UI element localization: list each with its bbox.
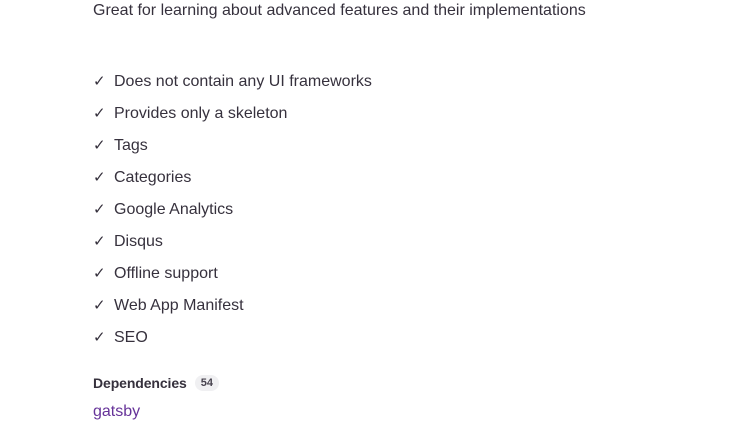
feature-item: ✓ Disqus [93, 231, 372, 263]
feature-label: Provides only a skeleton [114, 105, 288, 122]
feature-label: SEO [114, 329, 148, 346]
feature-item: ✓ Offline support [93, 263, 372, 295]
dependencies-header: Dependencies 54 [93, 373, 219, 393]
checkmark-icon: ✓ [93, 137, 106, 154]
starter-description: Great for learning about advanced featur… [93, 2, 586, 19]
feature-item: ✓ Provides only a skeleton [93, 103, 372, 135]
checkmark-icon: ✓ [93, 105, 106, 122]
feature-label: Tags [114, 137, 148, 154]
checkmark-icon: ✓ [93, 73, 106, 90]
checkmark-icon: ✓ [93, 329, 106, 346]
feature-item: ✓ Categories [93, 167, 372, 199]
feature-item: ✓ Does not contain any UI frameworks [93, 71, 372, 103]
dependency-link-gatsby[interactable]: gatsby [93, 402, 140, 422]
feature-item: ✓ Web App Manifest [93, 295, 372, 327]
dependencies-count-badge: 54 [194, 375, 219, 391]
checkmark-icon: ✓ [93, 169, 106, 186]
checkmark-icon: ✓ [93, 265, 106, 282]
feature-label: Disqus [114, 233, 163, 250]
feature-label: Does not contain any UI frameworks [114, 73, 372, 90]
feature-label: Google Analytics [114, 201, 234, 218]
feature-list: ✓ Does not contain any UI frameworks ✓ P… [93, 71, 372, 359]
checkmark-icon: ✓ [93, 201, 106, 218]
feature-label: Offline support [114, 265, 218, 282]
feature-label: Web App Manifest [114, 297, 244, 314]
feature-item: ✓ Google Analytics [93, 199, 372, 231]
feature-item: ✓ SEO [93, 327, 372, 359]
dependencies-title: Dependencies [93, 375, 187, 391]
feature-label: Categories [114, 169, 192, 186]
checkmark-icon: ✓ [93, 297, 106, 314]
checkmark-icon: ✓ [93, 233, 106, 250]
feature-item: ✓ Tags [93, 135, 372, 167]
